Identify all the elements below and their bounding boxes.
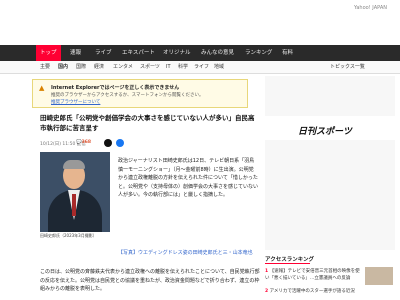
nav-original[interactable]: オリジナル	[163, 45, 191, 61]
comment-count[interactable]: 💬368	[76, 140, 91, 145]
facebook-share-icon[interactable]	[116, 139, 124, 147]
warning-icon: ▲	[39, 84, 45, 92]
ranking-number: 2	[265, 289, 269, 294]
nav-paid[interactable]: 有料	[282, 45, 293, 61]
subnav-entertainment[interactable]: エンタメ	[113, 61, 133, 74]
sidebar-ad-middle[interactable]	[265, 140, 395, 250]
article-body-paragraph-2: この日は、公明党の斉藤鉄夫代表から連立政権への離脱を伝えられたことについて、自民…	[40, 269, 260, 292]
nav-breaking[interactable]: 速報	[70, 45, 81, 61]
sidebar-ad-top[interactable]	[265, 76, 395, 116]
photo-gallery-link[interactable]: 【写真】ウエディングドレス姿の田崎史郎氏と三・山本竜也	[118, 249, 258, 256]
ranking-title: アクセスランキング	[265, 255, 314, 264]
notice-link[interactable]: 推奨ブラウザーについて	[51, 99, 100, 105]
top-bar: Yahoo! JAPAN	[0, 0, 400, 27]
article-body-paragraph: 政治ジャーナリスト田崎史郎氏は12日、テレビ朝日系「羽鳥慎一モーニングショー」（…	[118, 158, 259, 198]
article-photo[interactable]	[40, 152, 110, 232]
subnav-sports[interactable]: スポーツ	[140, 61, 160, 74]
nav-opinions[interactable]: みんなの意見	[201, 45, 234, 61]
notice-title: Internet Explorerではページを正しく表示できません	[51, 85, 180, 91]
ranking-text: アメリカで活躍中のスター選手が語る近況	[269, 289, 355, 294]
ranking-item[interactable]: 1 【速報】テレビで安倍晋三元首相の映像を使い「悪く描いている」…立憲議員への反…	[265, 268, 363, 282]
yahoo-label[interactable]: Yahoo! JAPAN	[354, 5, 387, 11]
subnav-domestic[interactable]: 国内	[58, 61, 68, 74]
subnav-economy[interactable]: 経済	[94, 61, 104, 74]
ranking-text: 【速報】テレビで安倍晋三元首相の映像を使い「悪く描いている」…立憲議員への反論	[265, 269, 360, 281]
subnav-life[interactable]: ライフ	[194, 61, 209, 74]
x-share-icon[interactable]	[104, 139, 112, 147]
category-nav: 主要 国内 国際 経済 エンタメ スポーツ IT 科学 ライフ 地域 トピックス…	[0, 61, 400, 74]
subnav-intl[interactable]: 国際	[76, 61, 86, 74]
nav-top[interactable]: トップ	[36, 45, 61, 61]
ranking-item[interactable]: 2 アメリカで活躍中のスター選手が語る近況	[265, 288, 363, 295]
nav-expert[interactable]: エキスパート	[122, 45, 155, 61]
notice-body: 推奨のブラウザーからアクセスするか、スマートフォンから閲覧ください。	[51, 93, 204, 98]
comment-count-value: 368	[81, 140, 92, 145]
subnav-region[interactable]: 地域	[214, 61, 224, 74]
main-nav: トップ 速報 ライブ エキスパート オリジナル みんなの意見 ランキング 有料	[0, 45, 400, 61]
subnav-main[interactable]: 主要	[40, 61, 50, 74]
ranking-thumbnail[interactable]	[365, 267, 393, 285]
photo-caption: 田崎史郎氏（2023年3月撮影）	[40, 233, 97, 238]
photo-hair	[63, 160, 85, 169]
subnav-topics[interactable]: トピックス一覧	[330, 61, 365, 74]
source-logo[interactable]: 日刊スポーツ	[298, 124, 352, 137]
nav-ranking[interactable]: ランキング	[245, 45, 272, 61]
article-title: 田崎史郎氏「公明党や創価学会の大事さを感じていない人が多い」自民高市執行部に苦言…	[40, 114, 255, 132]
subnav-it[interactable]: IT	[166, 61, 171, 74]
subnav-science[interactable]: 科学	[178, 61, 188, 74]
photo-tie	[72, 194, 76, 216]
browser-notice: ▲ Internet Explorerではページを正しく表示できません 推奨のブ…	[32, 79, 248, 108]
nav-live[interactable]: ライブ	[95, 45, 112, 61]
ranking-number: 1	[265, 269, 269, 274]
ranking-underline	[265, 263, 310, 264]
